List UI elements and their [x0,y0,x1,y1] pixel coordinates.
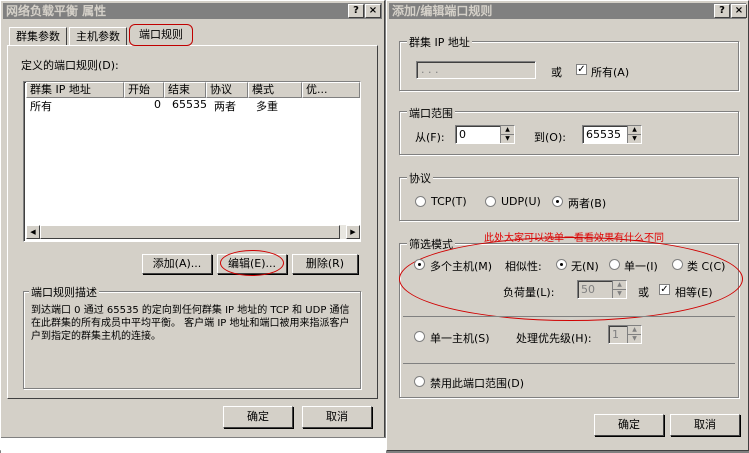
right-title-bar: 添加/编辑端口规则 [389,3,746,19]
disable-range-radio[interactable] [414,376,425,387]
priority-input[interactable]: 1 ▲ ▼ [608,325,642,344]
protocol-udp-radio[interactable] [485,196,496,207]
spin-down-icon[interactable]: ▼ [613,290,626,299]
load-spinner[interactable]: ▲ ▼ [612,281,626,298]
protocol-both-radio[interactable] [552,196,563,207]
all-ip-checkbox[interactable]: ✓ [576,64,587,75]
cluster-ip-field[interactable]: . . . [416,61,536,79]
rule-description-text: 到达端口 0 通过 65535 的定向到任何群集 IP 地址的 TCP 和 UD… [31,305,350,342]
multi-host-label: 多个主机(M) [430,260,493,273]
spin-up-icon[interactable]: ▲ [628,126,641,135]
protocol-heading: 协议 [407,170,433,186]
right-ok-button[interactable]: 确定 [594,414,664,436]
from-label: 从(F): [415,131,445,144]
load-weight-label: 负荷量(L): [503,286,555,299]
tab-port-rules[interactable]: 端口规则 [129,24,193,46]
right-help-button[interactable]: ? [714,4,730,18]
col-end[interactable]: 结束 [164,82,206,98]
listview-hscrollbar[interactable]: ◀ ▶ [26,225,360,239]
priority-label: 处理优先级(H): [516,332,592,345]
affinity-single-label: 单一(I) [624,260,658,273]
from-port-input[interactable]: 0 ▲ ▼ [455,125,515,144]
to-port-value: 65535 [586,128,621,141]
left-help-button[interactable]: ? [348,4,364,18]
cluster-ip-value: . . . [421,63,439,76]
priority-spinner[interactable]: ▲ ▼ [627,326,641,343]
tab-port-rules-label: 端口规则 [139,28,183,41]
spin-up-icon[interactable]: ▲ [613,281,626,290]
affinity-none-radio[interactable] [556,259,567,270]
ip-or-label: 或 [551,66,562,79]
single-host-divider [403,316,735,317]
right-cancel-button[interactable]: 取消 [670,414,740,436]
row-start: 0 [154,98,161,111]
priority-value: 1 [612,328,619,341]
to-label: 到(O): [534,131,566,144]
to-port-input[interactable]: 65535 ▲ ▼ [582,125,642,144]
col-start[interactable]: 开始 [124,82,164,98]
delete-rule-button[interactable]: 删除(R) [292,254,358,274]
tab-cluster-params[interactable]: 群集参数 [9,27,67,45]
protocol-both-label: 两者(B) [568,197,607,210]
equal-load-checkbox[interactable]: ✓ [659,284,670,295]
affinity-classc-label: 类 C(C) [687,260,726,273]
row-end: 65535 [172,98,207,111]
spin-up-icon[interactable]: ▲ [501,126,514,135]
nlb-properties-window: 网络负载平衡 属性 ? × 群集参数 主机参数 端口规则 定义的端口规则(D):… [0,0,386,453]
cluster-ip-heading: 群集 IP 地址 [407,34,472,50]
port-range-heading: 端口范围 [407,105,455,121]
col-mode[interactable]: 模式 [248,82,302,98]
row-cluster-ip: 所有 [30,100,52,113]
protocol-tcp-label: TCP(T) [431,195,467,208]
col-protocol[interactable]: 协议 [206,82,248,98]
scroll-left-icon[interactable]: ◀ [26,225,40,239]
disable-range-label: 禁用此端口范围(D) [430,377,525,390]
left-ok-button[interactable]: 确定 [223,406,293,428]
from-spinner[interactable]: ▲ ▼ [500,126,514,143]
col-priority[interactable]: 优... [302,82,360,98]
right-title: 添加/编辑端口规则 [392,4,493,18]
scroll-right-icon[interactable]: ▶ [346,225,360,239]
annotation-ellipse [399,237,743,321]
load-weight-input[interactable]: 50 ▲ ▼ [577,280,627,299]
edit-button-highlight [220,250,284,276]
left-close-button[interactable]: × [365,4,381,18]
multi-host-radio[interactable] [414,259,425,270]
from-port-value: 0 [459,128,466,141]
protocol-tcp-radio[interactable] [415,196,426,207]
col-cluster-ip[interactable]: 群集 IP 地址 [26,82,124,98]
affinity-label: 相似性: [505,260,542,273]
defined-rules-label: 定义的端口规则(D): [21,59,119,72]
tab-host-params[interactable]: 主机参数 [69,27,127,45]
spin-down-icon[interactable]: ▼ [628,335,641,344]
single-host-radio[interactable] [414,331,425,342]
equal-load-label: 相等(E) [675,286,713,299]
add-rule-button[interactable]: 添加(A)... [142,254,212,274]
rule-description-heading: 端口规则描述 [29,284,99,300]
scroll-thumb[interactable] [40,225,340,239]
spin-down-icon[interactable]: ▼ [501,135,514,144]
all-ip-label: 所有(A) [591,66,630,79]
single-host-label: 单一主机(S) [430,332,490,345]
left-cancel-button[interactable]: 取消 [302,406,372,428]
left-title-bar: 网络负载平衡 属性 [3,3,382,19]
table-row[interactable]: 所有 0 65535 两者 多重 [26,98,360,113]
affinity-classc-radio[interactable] [672,259,683,270]
left-title: 网络负载平衡 属性 [6,4,107,18]
spin-up-icon[interactable]: ▲ [628,326,641,335]
row-mode: 多重 [256,100,278,113]
disable-divider [403,363,735,364]
load-weight-value: 50 [581,283,595,296]
row-protocol: 两者 [214,100,236,113]
protocol-udp-label: UDP(U) [501,195,541,208]
affinity-none-label: 无(N) [571,260,599,273]
to-spinner[interactable]: ▲ ▼ [627,126,641,143]
spin-down-icon[interactable]: ▼ [628,135,641,144]
port-rules-listview[interactable]: 群集 IP 地址 开始 结束 协议 模式 优... 所有 0 65535 两者 … [23,81,361,242]
load-or-label: 或 [638,286,649,299]
affinity-single-radio[interactable] [609,259,620,270]
right-close-button[interactable]: × [731,4,747,18]
port-rule-dialog: 添加/编辑端口规则 ? × 群集 IP 地址 . . . 或 ✓ 所有(A) 端… [386,0,749,451]
